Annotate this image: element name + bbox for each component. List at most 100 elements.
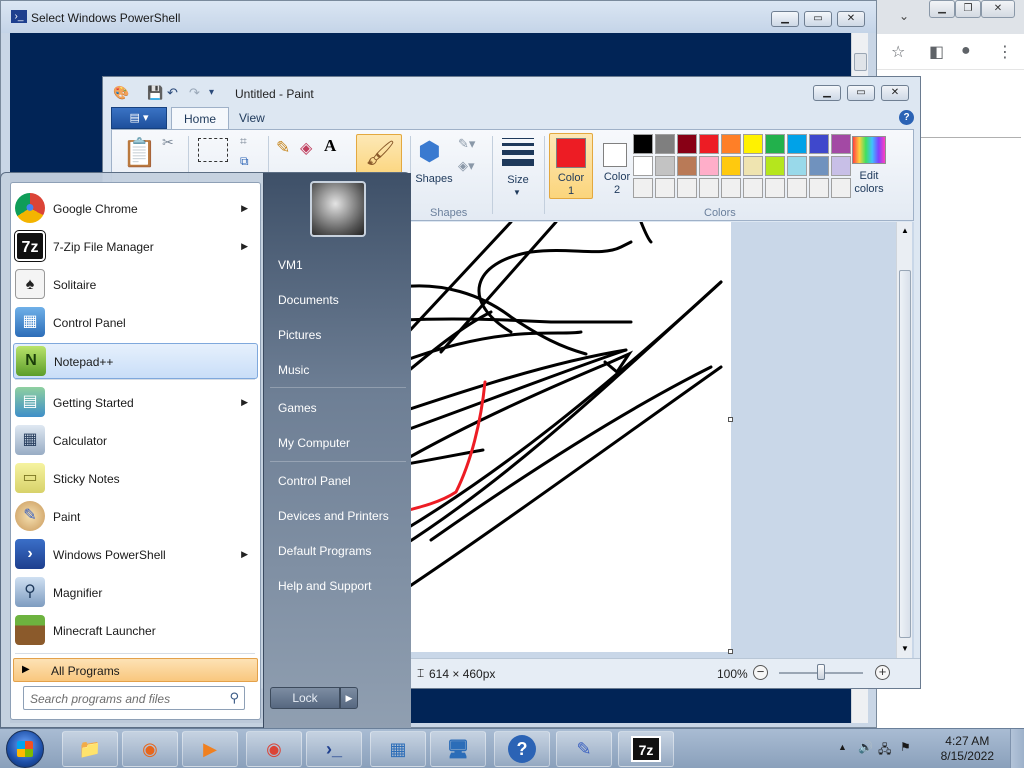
palette-swatch[interactable] <box>831 134 851 154</box>
palette-swatch-empty[interactable] <box>721 178 741 198</box>
palette-swatch[interactable] <box>765 156 785 176</box>
paint-app-icon[interactable]: 🎨 <box>113 85 129 101</box>
show-hidden-icons-icon[interactable]: ▲ <box>838 742 847 752</box>
palette-swatch[interactable] <box>655 156 675 176</box>
save-icon[interactable]: 💾 <box>147 85 163 101</box>
start-link-my-computer[interactable]: My Computer <box>278 436 350 450</box>
menu-dots-icon[interactable]: ⋮ <box>997 42 1013 62</box>
palette-swatch-empty[interactable] <box>677 178 697 198</box>
submenu-arrow-icon[interactable]: ▶ <box>241 397 248 408</box>
start-link-documents[interactable]: Documents <box>278 293 339 307</box>
search-icon[interactable]: ⚲ <box>229 690 239 706</box>
start-program-item[interactable]: N Notepad++ <box>13 343 258 379</box>
vertical-scrollbar[interactable]: ▲ ▼ <box>896 222 912 658</box>
start-program-item[interactable]: ▦ Calculator <box>13 423 258 459</box>
start-link-control-panel[interactable]: Control Panel <box>278 474 351 488</box>
start-link-default-programs[interactable]: Default Programs <box>278 544 371 558</box>
taskbar-button[interactable]: ▦ <box>370 731 426 767</box>
scroll-down-icon[interactable]: ▼ <box>901 644 909 653</box>
palette-swatch[interactable] <box>787 156 807 176</box>
start-link-games[interactable]: Games <box>278 401 317 415</box>
palette-swatch[interactable] <box>677 134 697 154</box>
minimize-button[interactable]: ▁ <box>929 0 955 18</box>
shapes-icon[interactable]: ⬢ <box>418 136 441 167</box>
resize-handle[interactable] <box>728 417 733 422</box>
start-link-help-and-support[interactable]: Help and Support <box>278 579 371 593</box>
palette-swatch-empty[interactable] <box>633 178 653 198</box>
taskbar-button[interactable]: 📁 <box>62 731 118 767</box>
customize-qat-icon[interactable]: ▾ <box>209 87 214 98</box>
start-program-item[interactable]: ▦ Control Panel <box>13 305 258 341</box>
close-button[interactable]: ✕ <box>837 11 865 27</box>
start-program-item[interactable]: Minecraft Launcher <box>13 613 258 649</box>
minimize-button[interactable]: ▁ <box>813 85 841 101</box>
tab-view[interactable]: View <box>227 107 277 129</box>
taskbar-button[interactable]: 7z <box>618 731 674 767</box>
start-link-pictures[interactable]: Pictures <box>278 328 321 342</box>
show-desktop-button[interactable] <box>1010 729 1024 768</box>
palette-swatch[interactable] <box>765 134 785 154</box>
palette-swatch-empty[interactable] <box>655 178 675 198</box>
start-program-item[interactable]: ✎ Paint <box>13 499 258 535</box>
taskbar-button[interactable]: ›_ <box>306 731 362 767</box>
restore-button[interactable]: ❐ <box>955 0 981 18</box>
start-program-item[interactable]: ● Google Chrome ▶ <box>13 191 258 227</box>
start-program-item[interactable]: ▤ Getting Started ▶ <box>13 385 258 421</box>
all-programs-button[interactable]: ▶ All Programs <box>13 658 258 682</box>
palette-swatch[interactable] <box>677 156 697 176</box>
submenu-arrow-icon[interactable]: ▶ <box>241 549 248 560</box>
volume-icon[interactable]: 🔊 <box>858 740 873 754</box>
edit-colors-label[interactable]: Edit colors <box>848 170 890 196</box>
palette-swatch-empty[interactable] <box>765 178 785 198</box>
palette-swatch-empty[interactable] <box>743 178 763 198</box>
minimize-button[interactable]: ▁ <box>771 11 799 27</box>
outline-icon[interactable]: ✎▾ <box>458 136 475 152</box>
palette-swatch[interactable] <box>721 156 741 176</box>
help-icon[interactable]: ? <box>899 110 914 125</box>
file-menu-button[interactable]: ▤ ▾ <box>111 107 167 129</box>
submenu-arrow-icon[interactable]: ▶ <box>241 203 248 214</box>
palette-swatch[interactable] <box>809 156 829 176</box>
clipboard-icon[interactable]: 📋 <box>122 136 157 169</box>
color1-button[interactable]: Color 1 <box>549 133 593 199</box>
pencil-icon[interactable]: ✎ <box>276 138 290 158</box>
resize-icon[interactable]: ⧉ <box>240 154 249 169</box>
drawing-canvas[interactable] <box>399 222 731 652</box>
palette-swatch[interactable] <box>721 134 741 154</box>
taskbar-button[interactable]: ▶ <box>182 731 238 767</box>
network-icon[interactable]: 🖧 <box>878 740 891 761</box>
scroll-up-icon[interactable]: ▲ <box>901 226 909 235</box>
start-program-item[interactable]: › Windows PowerShell ▶ <box>13 537 258 573</box>
chevron-down-icon[interactable]: ⌄ <box>899 9 909 23</box>
taskbar-button[interactable]: ✎ <box>556 731 612 767</box>
taskbar-button[interactable]: ◉ <box>122 731 178 767</box>
undo-icon[interactable]: ↶ <box>167 85 178 101</box>
close-button[interactable]: ✕ <box>881 85 909 101</box>
start-program-item[interactable]: ▭ Sticky Notes <box>13 461 258 497</box>
taskbar-button[interactable]: ? <box>494 731 550 767</box>
shape-fill-icon[interactable]: ◈▾ <box>458 158 475 174</box>
palette-swatch[interactable] <box>633 134 653 154</box>
cut-icon[interactable]: ✂ <box>162 134 174 151</box>
taskbar-button[interactable]: 🖥 <box>430 731 486 767</box>
palette-swatch-empty[interactable] <box>699 178 719 198</box>
select-icon[interactable] <box>198 138 228 162</box>
start-button[interactable] <box>6 730 44 768</box>
palette-swatch-empty[interactable] <box>787 178 807 198</box>
crop-icon[interactable]: ⌗ <box>240 134 247 149</box>
scrollbar-thumb[interactable] <box>899 270 911 638</box>
fill-icon[interactable]: ◈ <box>300 138 312 158</box>
star-icon[interactable]: ☆ <box>891 42 905 62</box>
start-program-item[interactable]: ⚲ Magnifier <box>13 575 258 611</box>
maximize-button[interactable]: ▭ <box>804 11 832 27</box>
zoom-in-button[interactable]: + <box>875 665 890 680</box>
start-program-item[interactable]: 7z 7-Zip File Manager ▶ <box>13 229 258 265</box>
clock[interactable]: 4:27 AM 8/15/2022 <box>941 734 994 764</box>
redo-icon[interactable]: ↷ <box>189 85 200 101</box>
start-program-item[interactable]: ♠ Solitaire <box>13 267 258 303</box>
size-icon[interactable] <box>502 138 534 166</box>
palette-swatch[interactable] <box>743 156 763 176</box>
palette-swatch-empty[interactable] <box>809 178 829 198</box>
tab-home[interactable]: Home <box>171 107 230 129</box>
palette-swatch[interactable] <box>699 156 719 176</box>
